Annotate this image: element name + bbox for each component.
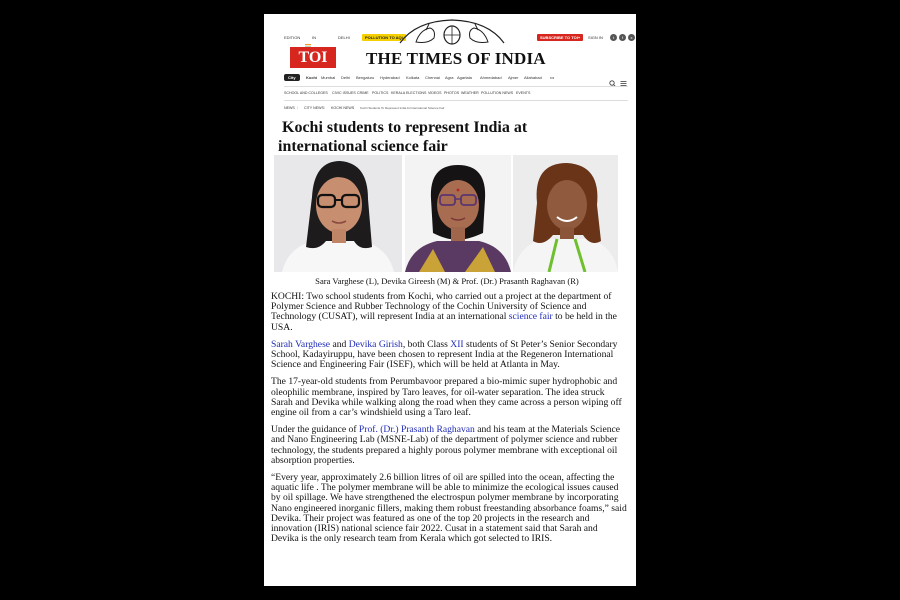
breadcrumb-separator: / — [324, 106, 325, 110]
nav-item-kochi[interactable]: Kochi — [306, 75, 317, 80]
breadcrumb-separator: / — [297, 106, 298, 110]
photo-sara-varghese — [274, 155, 402, 272]
subnav-politics[interactable]: POLITICS — [372, 91, 388, 95]
x-icon[interactable]: x — [628, 34, 635, 41]
subnav-crime[interactable]: CRIME — [357, 91, 369, 95]
city-selector[interactable]: DELHI — [338, 35, 350, 40]
headline-line-1: Kochi students to represent India at — [282, 119, 528, 136]
facebook-icon[interactable]: f — [619, 34, 626, 41]
article-body: KOCHI: Two school students from Kochi, w… — [271, 291, 627, 551]
headline-line-2: international science fair — [278, 138, 448, 155]
breadcrumb-news[interactable]: NEWS — [284, 106, 295, 110]
nav-item-kolkata[interactable]: Kolkata — [406, 75, 419, 80]
twitter-icon[interactable]: t — [610, 34, 617, 41]
link-science-fair[interactable]: science fair — [509, 311, 553, 322]
breadcrumb-separator: / — [353, 106, 354, 110]
edition-label: EDITION — [284, 35, 301, 40]
toi-logo[interactable]: TOI — [290, 47, 336, 68]
nav-item-agra[interactable]: Agra — [445, 75, 453, 80]
nav-item-allahabad[interactable]: Allahabad — [524, 75, 542, 80]
photo-caption: Sara Varghese (L), Devika Gireesh (M) & … — [315, 276, 579, 286]
paragraph-4: Under the guidance of Prof. (Dr.) Prasan… — [271, 425, 627, 466]
hamburger-menu-icon[interactable] — [620, 74, 627, 92]
subnav-kerala-elections[interactable]: KERALA ELECTIONS — [391, 91, 426, 95]
nav-divider — [284, 86, 628, 87]
subnav-events[interactable]: EVENTS — [516, 91, 530, 95]
city-pill[interactable]: City — [284, 74, 300, 81]
emblem-icon — [396, 17, 508, 52]
subnav-weather[interactable]: WEATHER — [461, 91, 479, 95]
breadcrumb-kochi-news[interactable]: KOCHI NEWS — [331, 106, 354, 110]
search-icon[interactable] — [609, 74, 616, 92]
nav-item-agartala[interactable]: Agartala — [457, 75, 472, 80]
breadcrumb-current: Kochi Students To Represent India At Int… — [360, 106, 445, 110]
subnav-civic-issues[interactable]: CIVIC ISSUES — [332, 91, 356, 95]
signin-link[interactable]: SIGN IN — [588, 35, 603, 40]
nav-item-delhi[interactable]: Delhi — [341, 75, 350, 80]
edition-selector[interactable]: IN — [312, 35, 316, 40]
paragraph-3: The 17-year-old students from Perumbavoo… — [271, 376, 622, 419]
nav-item-hyderabad[interactable]: Hyderabad — [380, 75, 400, 80]
nav-item-mumbai[interactable]: Mumbai — [321, 75, 335, 80]
section-subnav: SCHOOL AND COLLEGES CIVIC ISSUES CRIME P… — [284, 91, 628, 99]
breadcrumb-city-news[interactable]: CITY NEWS — [304, 106, 324, 110]
nav-item-ajmer[interactable]: Ajmer — [508, 75, 518, 80]
article-headline: Kochi students to represent India at int… — [278, 118, 578, 156]
subscribe-button[interactable]: SUBSCRIBE TO TOI+ — [537, 34, 584, 41]
photo-prasanth-raghavan — [513, 155, 618, 272]
newspaper-page: EDITION IN DELHI POLLUTION TO AQI SUBSCR… — [264, 14, 636, 586]
paragraph-1: KOCHI: Two school students from Kochi, w… — [271, 291, 627, 333]
nav-item-bengaluru[interactable]: Bengaluru — [356, 75, 374, 80]
subnav-pollution-news[interactable]: POLLUTION NEWS — [481, 91, 513, 95]
paragraph-2: Sarah Varghese and Devika Girish, both C… — [271, 339, 627, 371]
nav-item-ahmedabad[interactable]: Ahmedabad — [480, 75, 502, 80]
subnav-videos[interactable]: VIDEOS — [428, 91, 442, 95]
more-icon[interactable]: ••• — [550, 75, 554, 80]
masthead-title[interactable]: THE TIMES OF INDIA — [366, 49, 546, 69]
subnav-photos[interactable]: PHOTOS — [444, 91, 459, 95]
india-flag-icon — [305, 35, 311, 48]
photo-devika-gireesh — [405, 155, 511, 272]
subnav-school-colleges[interactable]: SCHOOL AND COLLEGES — [284, 91, 328, 95]
city-nav: City Kochi Mumbai Delhi Bengaluru Hydera… — [284, 74, 628, 87]
nav-item-chennai[interactable]: Chennai — [425, 75, 440, 80]
subnav-divider — [284, 100, 628, 101]
paragraph-5: “Every year, approximately 2.6 billion l… — [271, 472, 627, 545]
